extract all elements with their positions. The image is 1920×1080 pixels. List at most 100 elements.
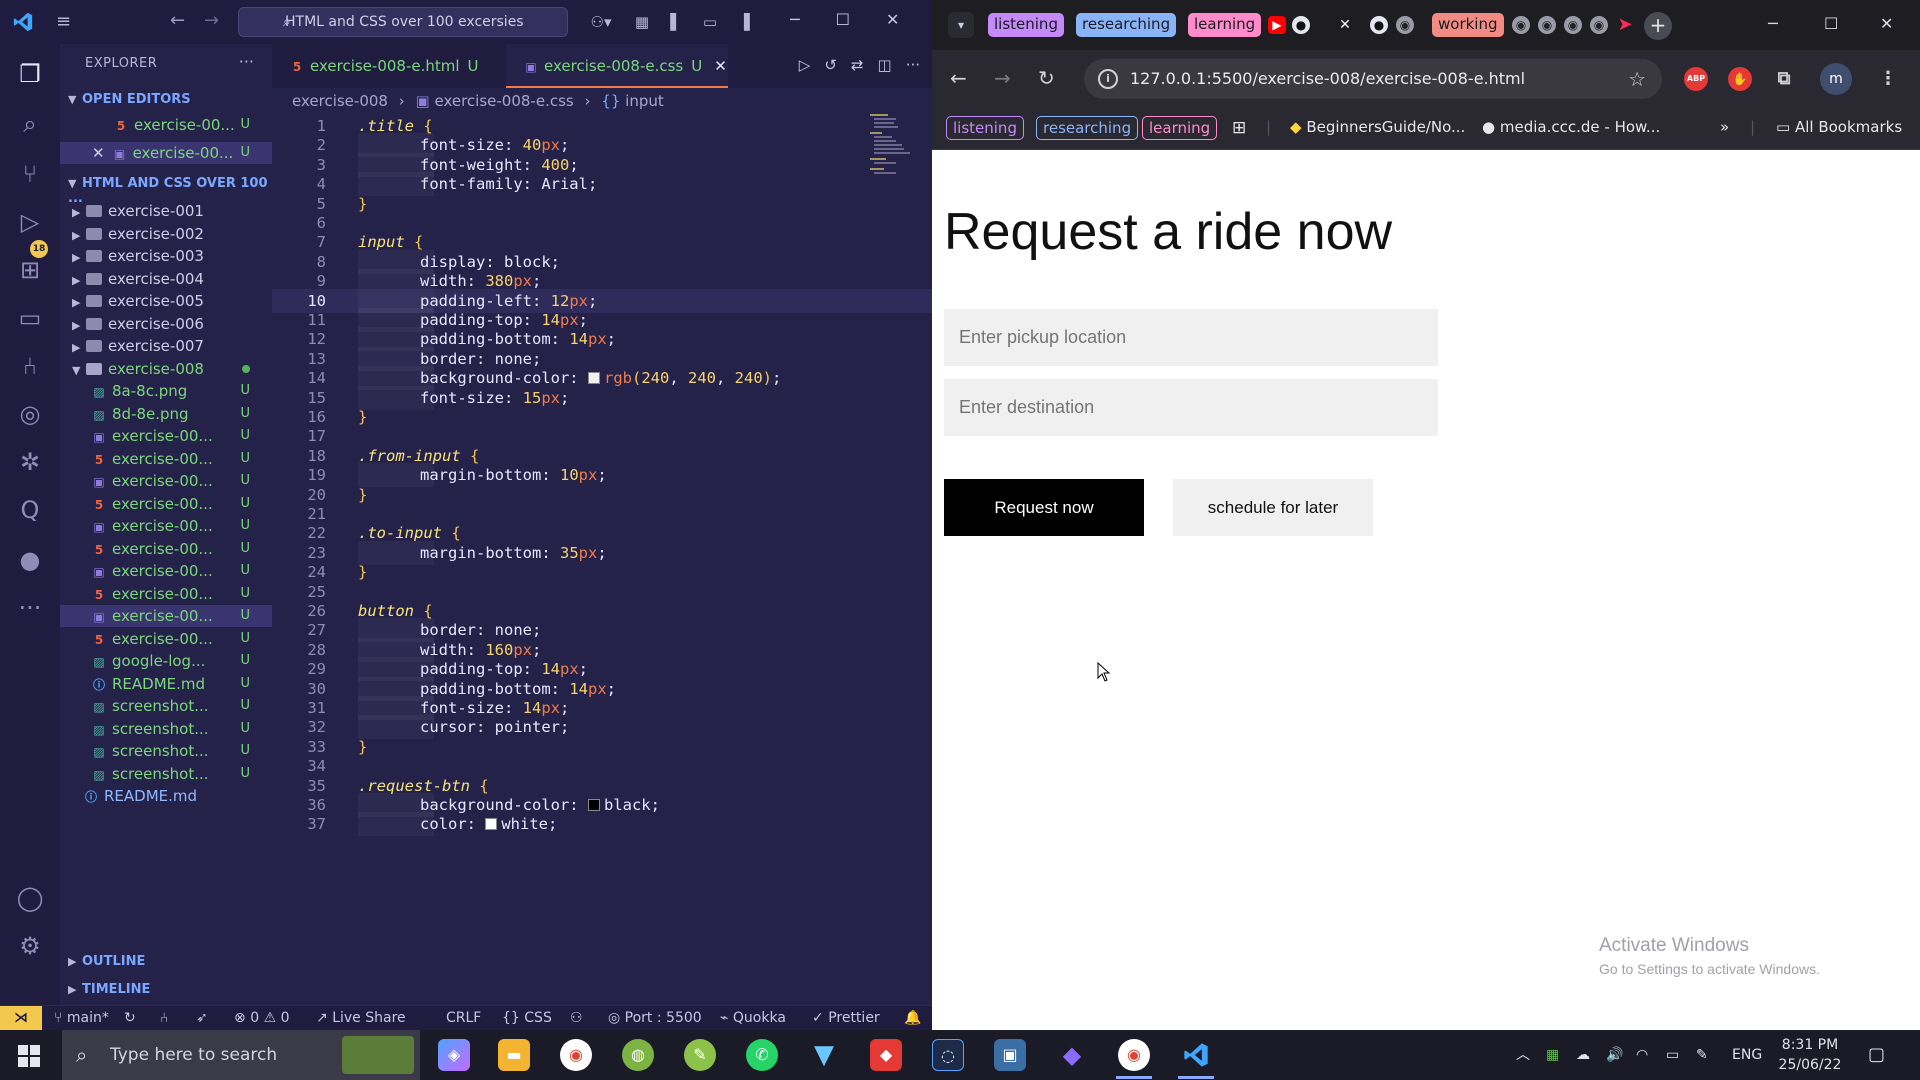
file-item[interactable]: 5 exercise-00... U xyxy=(60,538,272,560)
forward-arrow-icon[interactable]: → xyxy=(204,10,219,31)
bookmark-group-learning[interactable]: learning xyxy=(1142,116,1218,140)
file-item[interactable]: ▣ exercise-00... U xyxy=(60,560,272,582)
extensions-icon[interactable]: ⊞ xyxy=(14,254,46,286)
file-item[interactable]: 5 exercise-00... U xyxy=(60,628,272,650)
customize-layout-icon[interactable]: ▦ xyxy=(632,12,652,32)
taskbar-search[interactable]: ⌕ Type here to search xyxy=(62,1030,420,1080)
branch-indicator[interactable]: ⑂ main* xyxy=(54,1006,109,1031)
hand-extension-icon[interactable]: ✋ xyxy=(1728,67,1752,91)
bookmark-group-listening[interactable]: listening xyxy=(946,116,1024,140)
color-swatch[interactable] xyxy=(587,799,600,811)
split-editor-icon[interactable]: ◫ xyxy=(878,56,892,74)
folder-item[interactable]: ▶ exercise-004 xyxy=(60,268,272,290)
notifications-icon[interactable]: 🔔 xyxy=(904,1006,921,1031)
chrome-app-icon[interactable]: ◉ xyxy=(1118,1039,1150,1071)
folder-item[interactable]: ▶ exercise-003 xyxy=(60,245,272,267)
file-item[interactable]: ▣ exercise-00... U xyxy=(60,515,272,537)
remote-explorer-icon[interactable]: ▭ xyxy=(14,302,46,334)
profile-avatar[interactable]: m xyxy=(1820,63,1852,95)
chrome-tab-icon[interactable]: ◉ xyxy=(1512,16,1530,34)
extensions-puzzle-icon[interactable]: ⧉ xyxy=(1772,67,1796,91)
maximize-icon[interactable]: ☐ xyxy=(836,10,850,29)
reload-icon[interactable]: ↻ xyxy=(1038,66,1055,90)
github-icon[interactable]: ● xyxy=(14,544,46,576)
obsidian-icon[interactable]: ◆ xyxy=(1056,1039,1088,1071)
file-item[interactable]: 5 exercise-00... U xyxy=(60,493,272,515)
folder-item[interactable]: ▶ exercise-005 xyxy=(60,290,272,312)
youtube-tab-icon[interactable]: ▶ xyxy=(1268,16,1286,34)
windows-start-icon[interactable] xyxy=(18,1045,40,1067)
toggle-panel-icon[interactable]: ▭ xyxy=(700,12,720,32)
toggle-sidebar-icon[interactable]: ▌ xyxy=(666,12,686,32)
file-item[interactable]: ▨ screenshot... U xyxy=(60,718,272,740)
tab-group-researching[interactable]: researching xyxy=(1076,13,1177,37)
notification-center-icon[interactable]: ▢ xyxy=(1868,1030,1885,1080)
app-tab-icon[interactable]: ➤ xyxy=(1616,16,1634,34)
dark-app-icon[interactable]: ◌ xyxy=(932,1039,964,1071)
forward-arrow-icon[interactable]: → xyxy=(994,66,1011,90)
folder-item[interactable]: ▶ exercise-001 xyxy=(60,200,272,222)
settings-gear-icon[interactable]: ⚙ xyxy=(14,930,46,962)
github-tab-icon[interactable]: ● xyxy=(1370,16,1388,34)
git-graph-icon[interactable]: ⑃ xyxy=(160,1006,168,1031)
close-tab-icon[interactable]: ✕ xyxy=(714,57,727,75)
chrome-tab-icon[interactable]: ◉ xyxy=(1564,16,1582,34)
bookmark-item[interactable]: ● media.ccc.de - How... xyxy=(1482,118,1660,136)
file-item[interactable]: ▨ 8a-8c.png U xyxy=(60,380,272,402)
wifi-icon[interactable]: ◠ xyxy=(1636,1030,1648,1080)
history-icon[interactable]: ↺ xyxy=(824,56,837,74)
quokka-indicator[interactable]: ⌁ Quokka xyxy=(720,1006,786,1031)
vscode-app-icon[interactable] xyxy=(1180,1039,1212,1071)
copilot-status-icon[interactable]: ⚇ xyxy=(570,1006,583,1031)
source-control-icon[interactable]: ⑂ xyxy=(14,158,46,190)
problems-indicator[interactable]: ⊗ 0 ⚠ 0 xyxy=(234,1006,290,1031)
menu-icon[interactable]: ≡ xyxy=(56,12,76,32)
bookmark-star-icon[interactable]: ☆ xyxy=(1628,59,1646,99)
minimize-icon[interactable]: ─ xyxy=(790,10,800,29)
folder-item[interactable]: ▶ exercise-007 xyxy=(60,335,272,357)
file-item[interactable]: ▨ screenshot... U xyxy=(60,740,272,762)
more-actions-icon[interactable]: ··· xyxy=(239,52,254,71)
prettier-indicator[interactable]: ✓ Prettier xyxy=(812,1006,880,1031)
more-bookmarks-chevron-icon[interactable]: » xyxy=(1720,118,1729,136)
vpn-app-icon[interactable]: ▼ xyxy=(808,1039,840,1071)
close-icon[interactable]: ✕ xyxy=(92,144,105,162)
copilot-icon[interactable]: ⚇▾ xyxy=(584,12,618,32)
folder-item-open[interactable]: ▼ exercise-008 xyxy=(60,358,272,380)
file-item[interactable]: 5 exercise-00... U xyxy=(60,448,272,470)
new-tab-plus-icon[interactable]: + xyxy=(1644,12,1672,40)
file-item[interactable]: ▨ screenshot... U xyxy=(60,695,272,717)
show-hidden-icons-chevron-icon[interactable]: ︿ xyxy=(1516,1030,1530,1080)
tab-group-working[interactable]: working xyxy=(1432,13,1504,37)
file-item[interactable]: ▣ exercise-00... U xyxy=(60,470,272,492)
close-icon[interactable]: ✕ xyxy=(1880,14,1893,33)
sync-icon[interactable]: ↻ xyxy=(124,1006,136,1031)
outline-section[interactable]: ▶ OUTLINE xyxy=(68,954,145,969)
chrome-tab-icon[interactable]: ◉ xyxy=(1538,16,1556,34)
toggle-secondary-sidebar-icon[interactable]: ▐ xyxy=(734,12,754,32)
folder-item[interactable]: ▶ exercise-002 xyxy=(60,223,272,245)
back-arrow-icon[interactable]: ← xyxy=(170,10,185,31)
clock[interactable]: 8:31 PM 25/06/22 xyxy=(1770,1035,1850,1075)
tab-search-chevron-icon[interactable]: ▾ xyxy=(948,12,974,38)
back-arrow-icon[interactable]: ← xyxy=(950,66,967,90)
all-bookmarks-button[interactable]: ▭ All Bookmarks xyxy=(1776,118,1902,136)
language-indicator[interactable]: {} CSS xyxy=(502,1006,552,1031)
remote-indicator-icon[interactable]: ⋊ xyxy=(0,1006,42,1031)
open-editor-item[interactable]: 5 exercise-00... U xyxy=(60,114,272,136)
color-swatch[interactable] xyxy=(485,818,498,831)
open-editor-item[interactable]: ✕ ▣ exercise-00... U xyxy=(60,142,272,164)
chrome-tab-icon[interactable]: ◉ xyxy=(1396,16,1414,34)
file-item[interactable]: ▣ exercise-00... U xyxy=(60,425,272,447)
github-tab-icon[interactable]: ● xyxy=(1292,16,1310,34)
site-info-icon[interactable]: i xyxy=(1098,69,1118,89)
android-app-icon[interactable]: ◍ xyxy=(622,1039,654,1071)
account-icon[interactable]: ◯ xyxy=(14,882,46,914)
open-editors-section[interactable]: ▼ OPEN EDITORS xyxy=(68,92,191,107)
bookmark-group-researching[interactable]: researching xyxy=(1036,116,1139,140)
tab-html[interactable]: 5 exercise-008-e.html U xyxy=(272,44,506,88)
copilot-app-icon[interactable]: ◈ xyxy=(438,1039,470,1071)
kubernetes-icon[interactable]: ✲ xyxy=(14,446,46,478)
chrome-app-icon[interactable]: ◉ xyxy=(560,1039,592,1071)
bookmark-item[interactable]: ◆ BeginnersGuide/No... xyxy=(1290,118,1465,136)
